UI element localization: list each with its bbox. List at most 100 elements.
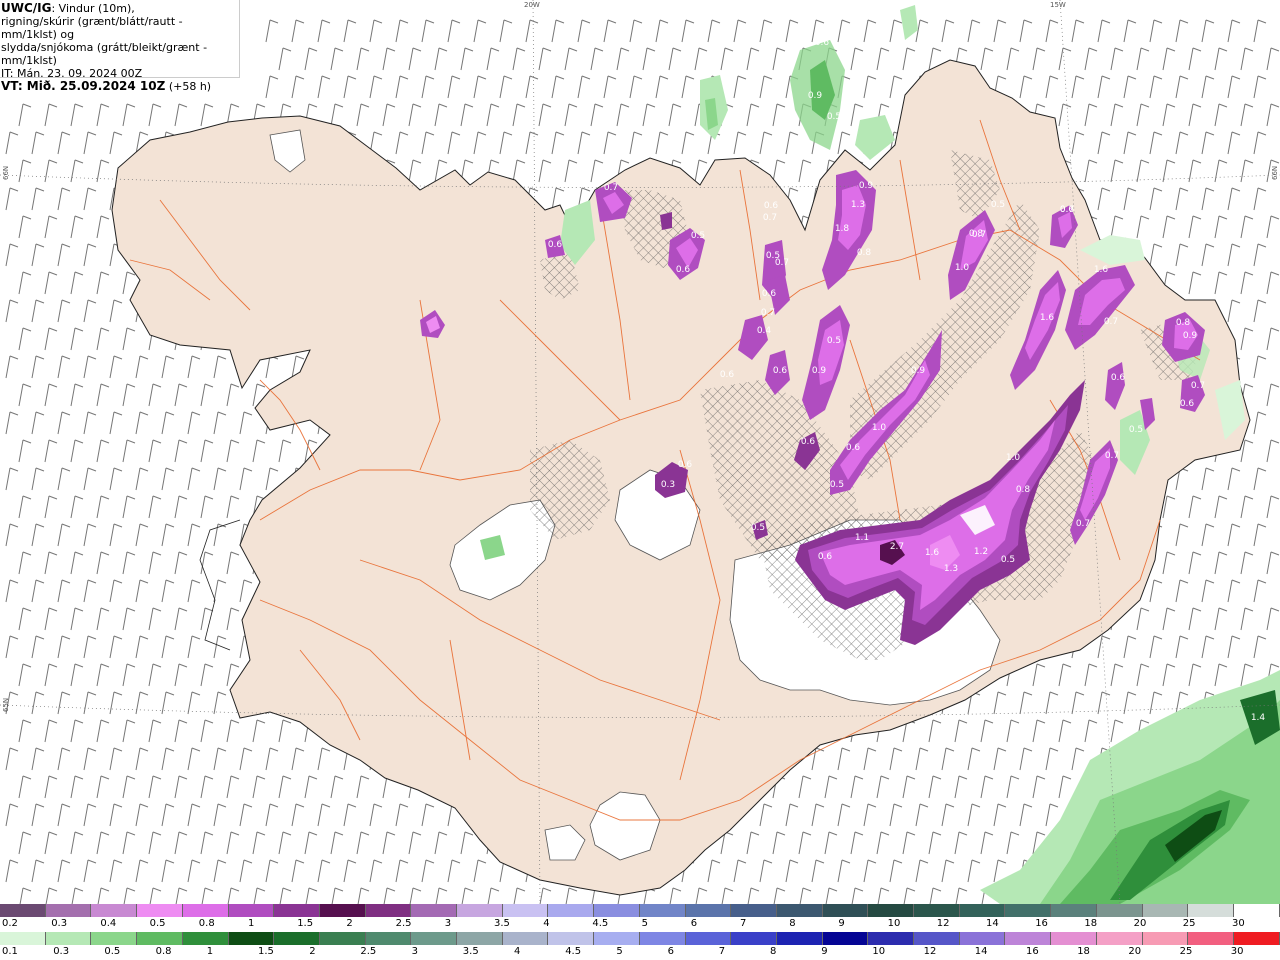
legend-swatch xyxy=(137,904,183,917)
map-title-box: UWC/IG: Vindur (10m), rigning/skúrir (gr… xyxy=(0,0,240,93)
legend-swatch xyxy=(959,932,1006,945)
rain-colorbar-labels: 0.1 0.3 0.5 0.8 1 1.5 2 2.5 3 3.5 4 4.5 5 6 7 8 9 10 12 14 1… xyxy=(0,946,1280,958)
legend-tick-label: 20 xyxy=(1133,918,1147,929)
precip-value-label: 1.1 xyxy=(855,533,869,543)
legend-swatch xyxy=(959,904,1006,917)
legend-tick-label: 3 xyxy=(411,946,418,957)
legend-tick-label: 4 xyxy=(543,918,550,929)
legend-tick-label: 25 xyxy=(1182,918,1196,929)
legend-tick-label: 0.5 xyxy=(149,918,166,929)
precip-value-label: 0.6 xyxy=(676,265,691,275)
precip-value-label: 1.0 xyxy=(955,263,970,273)
legend-tick-label: 10 xyxy=(872,946,886,957)
precip-value-label: 0.9 xyxy=(859,181,874,191)
legend-swatch xyxy=(457,904,503,917)
legend-swatch xyxy=(776,904,823,917)
legend-swatch xyxy=(914,932,960,945)
rain-colorbar xyxy=(0,932,1280,945)
legend-tick-label: 4.5 xyxy=(565,946,582,957)
legend-tick-label: 2.5 xyxy=(360,946,377,957)
legend-swatch xyxy=(502,932,549,945)
precip-value-label: 0.7 xyxy=(763,213,777,223)
precip-value-label: 0.6 xyxy=(762,289,777,299)
legend-tick-label: 4.5 xyxy=(592,918,609,929)
legend-swatch xyxy=(1096,904,1143,917)
legend-swatch xyxy=(1188,932,1234,945)
legend-swatch xyxy=(1005,904,1052,917)
precip-value-label: 0.5 xyxy=(751,523,765,533)
legend-swatch xyxy=(731,904,777,917)
valid-time: VT: Mið. 25.09.2024 10Z xyxy=(1,79,166,93)
legend-swatch xyxy=(182,904,229,917)
precip-value-label: 0.6 xyxy=(818,552,833,562)
legend-tick-label: 30 xyxy=(1230,946,1244,957)
legend-tick-label: 12 xyxy=(936,918,950,929)
legend-swatch xyxy=(457,932,503,945)
legend-swatch xyxy=(1051,932,1097,945)
precip-value-label: 1.6 xyxy=(1094,265,1109,275)
precip-value-label: 0.5 xyxy=(827,336,841,346)
precip-value-label: 1.2 xyxy=(974,547,988,557)
precip-value-label: 0.9 xyxy=(812,366,827,376)
precip-value-label: 0.7 xyxy=(1104,317,1118,327)
rain-legend: 0.1 0.3 0.5 0.8 1 1.5 2 2.5 3 3.5 4 4.5 5 6 7 8 9 10 12 14 1… xyxy=(0,932,1280,960)
legend-tick-label: 5 xyxy=(616,946,623,957)
legend-tick-label: 3.5 xyxy=(462,946,479,957)
legend-swatch xyxy=(137,932,183,945)
legend-tick-label: 30 xyxy=(1232,918,1245,929)
legend-tick-label: 0.3 xyxy=(53,946,70,957)
legend-swatch xyxy=(228,904,275,917)
legend-swatch xyxy=(502,904,549,917)
lat-label-66n-left: 66N xyxy=(2,165,10,180)
legend-swatch xyxy=(776,932,823,945)
legend-tick-label: 14 xyxy=(974,946,988,957)
legend-tick-label: 12 xyxy=(923,946,937,957)
precip-value-label: 0.5 xyxy=(1001,555,1015,565)
legend-tick-label: 10 xyxy=(887,918,901,929)
precip-value-label: 1.3 xyxy=(944,564,958,574)
legend-tick-label: 5 xyxy=(641,918,648,929)
precip-value-label: 1.3 xyxy=(851,200,865,210)
precip-value-label: 0.6 xyxy=(815,38,830,48)
weather-map: 0.6 0.9 0.5 0.7 0.6 0.6 0.5 0.6 0.7 0.9 1.3 1.8 0.8 0… xyxy=(0,0,1280,904)
precip-value-label: 1.0 xyxy=(872,423,887,433)
legend-swatch xyxy=(1051,904,1097,917)
legend-swatch xyxy=(1096,932,1143,945)
legend-swatch xyxy=(0,904,46,917)
legend-swatch xyxy=(822,932,869,945)
legend-swatch xyxy=(639,904,686,917)
legend-tick-label: 8 xyxy=(789,918,796,929)
precip-value-label: 0.7 xyxy=(604,183,618,193)
legend-swatch xyxy=(1233,904,1280,917)
legend-tick-label: 9 xyxy=(821,946,828,957)
legend-tick-label: 3 xyxy=(444,918,452,929)
legend-swatch xyxy=(548,932,595,945)
legend-swatch xyxy=(1233,932,1280,945)
legend-tick-label: 6 xyxy=(667,946,674,957)
legend-swatch xyxy=(274,932,320,945)
legend-swatch xyxy=(914,904,960,917)
legend-swatch xyxy=(1188,904,1234,917)
legend-swatch xyxy=(365,904,412,917)
legend-swatch xyxy=(319,932,366,945)
legend-tick-label: 14 xyxy=(986,918,999,929)
legend-tick-label: 8 xyxy=(770,946,777,957)
precip-value-label: 0.4 xyxy=(757,326,772,336)
legend-tick-label: 16 xyxy=(1035,918,1048,929)
legend-tick-label: 2 xyxy=(346,918,353,929)
precip-value-label: 0.8 xyxy=(1176,318,1191,328)
precip-value-label: 0.7 xyxy=(1105,451,1119,461)
precip-value-label: 0.9 xyxy=(911,366,926,376)
precip-value-label: 0.9 xyxy=(808,91,823,101)
legend-swatch xyxy=(319,904,366,917)
precip-value-label: 0.5 xyxy=(691,231,705,241)
legend-swatch xyxy=(822,904,869,917)
legend-tick-label: 6 xyxy=(690,918,698,929)
legend-swatch xyxy=(1005,932,1052,945)
precip-value-label: 0.6 xyxy=(548,240,563,250)
precip-value-label: 0.7 xyxy=(775,258,789,268)
legend-tick-label: 7 xyxy=(718,946,726,957)
precip-value-label: 1.6 xyxy=(1040,313,1055,323)
precip-value-label: 1.6 xyxy=(925,548,940,558)
legend-swatch xyxy=(45,904,92,917)
